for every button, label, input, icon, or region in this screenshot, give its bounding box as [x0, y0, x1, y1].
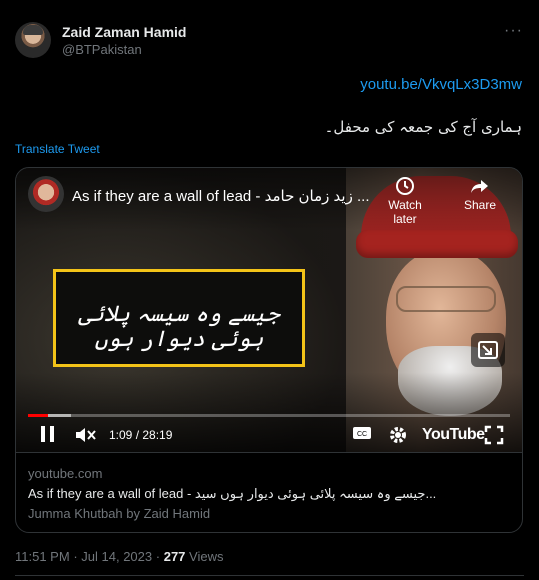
video-player[interactable]: As if they are a wall of lead - زید زمان… — [16, 168, 522, 452]
separator: · — [73, 549, 78, 564]
views-count: 277 — [163, 549, 186, 564]
separator: · — [155, 549, 161, 564]
author-name[interactable]: Zaid Zaman Hamid — [62, 24, 186, 40]
tweet-link[interactable]: youtu.be/VkvqLx3D3mw — [360, 76, 522, 93]
pip-icon — [478, 341, 498, 359]
mute-button[interactable] — [74, 425, 96, 447]
card-domain: youtube.com — [28, 466, 103, 481]
share-label: Share — [463, 198, 497, 212]
tweet-footer: 11:51 PM · Jul 14, 2023 · 277 Views — [15, 549, 224, 564]
pip-button[interactable] — [471, 333, 505, 367]
progress-bar[interactable] — [28, 414, 510, 417]
share-button[interactable]: Share — [455, 176, 505, 212]
share-icon — [471, 180, 488, 193]
card-description: Jumma Khutbah by Zaid Hamid — [28, 506, 211, 521]
progress-fill — [28, 414, 48, 417]
tweet-date[interactable]: Jul 14, 2023 — [81, 549, 152, 564]
play-button[interactable] — [40, 425, 56, 447]
svg-text:CC: CC — [357, 431, 367, 438]
video-text-overlay: جیسے وہ سیسہ پلائی ہوئی دیوار ہوں — [53, 269, 305, 367]
watch-later-button[interactable]: Watch later — [375, 176, 435, 226]
divider — [15, 575, 524, 576]
fullscreen-button[interactable] — [484, 425, 504, 447]
clock-icon — [396, 177, 414, 195]
settings-button[interactable] — [388, 425, 408, 447]
translate-tweet-link[interactable]: Translate Tweet — [15, 142, 100, 156]
ellipsis-icon[interactable]: ··· — [504, 22, 523, 40]
youtube-logo[interactable]: YouTube — [422, 426, 485, 444]
mute-icon — [76, 428, 96, 442]
channel-avatar[interactable] — [28, 176, 64, 212]
video-title[interactable]: As if they are a wall of lead - زید زمان… — [72, 187, 370, 205]
card-title: As if they are a wall of lead - جیسے وہ … — [28, 486, 437, 501]
play-icon — [41, 426, 54, 442]
tweet-time[interactable]: 11:51 PM — [15, 549, 70, 564]
tweet-text: ہماری آج کی جمعہ کی محفل۔ — [324, 118, 522, 136]
time-display: 1:09 / 28:19 — [109, 428, 173, 442]
captions-button[interactable]: CC — [352, 425, 372, 447]
captions-icon: CC — [353, 427, 371, 439]
card-meta[interactable]: youtube.com As if they are a wall of lea… — [16, 452, 522, 532]
link-card[interactable]: As if they are a wall of lead - زید زمان… — [15, 167, 523, 533]
fullscreen-icon — [484, 425, 504, 445]
views-label: Views — [189, 549, 224, 564]
settings-icon — [390, 427, 406, 443]
overlay-text: جیسے وہ سیسہ پلائی ہوئی دیوار ہوں — [78, 302, 280, 352]
author-handle[interactable]: @BTPakistan — [62, 42, 142, 57]
watch-later-label: Watch later — [388, 198, 422, 226]
author-avatar[interactable] — [15, 22, 51, 58]
